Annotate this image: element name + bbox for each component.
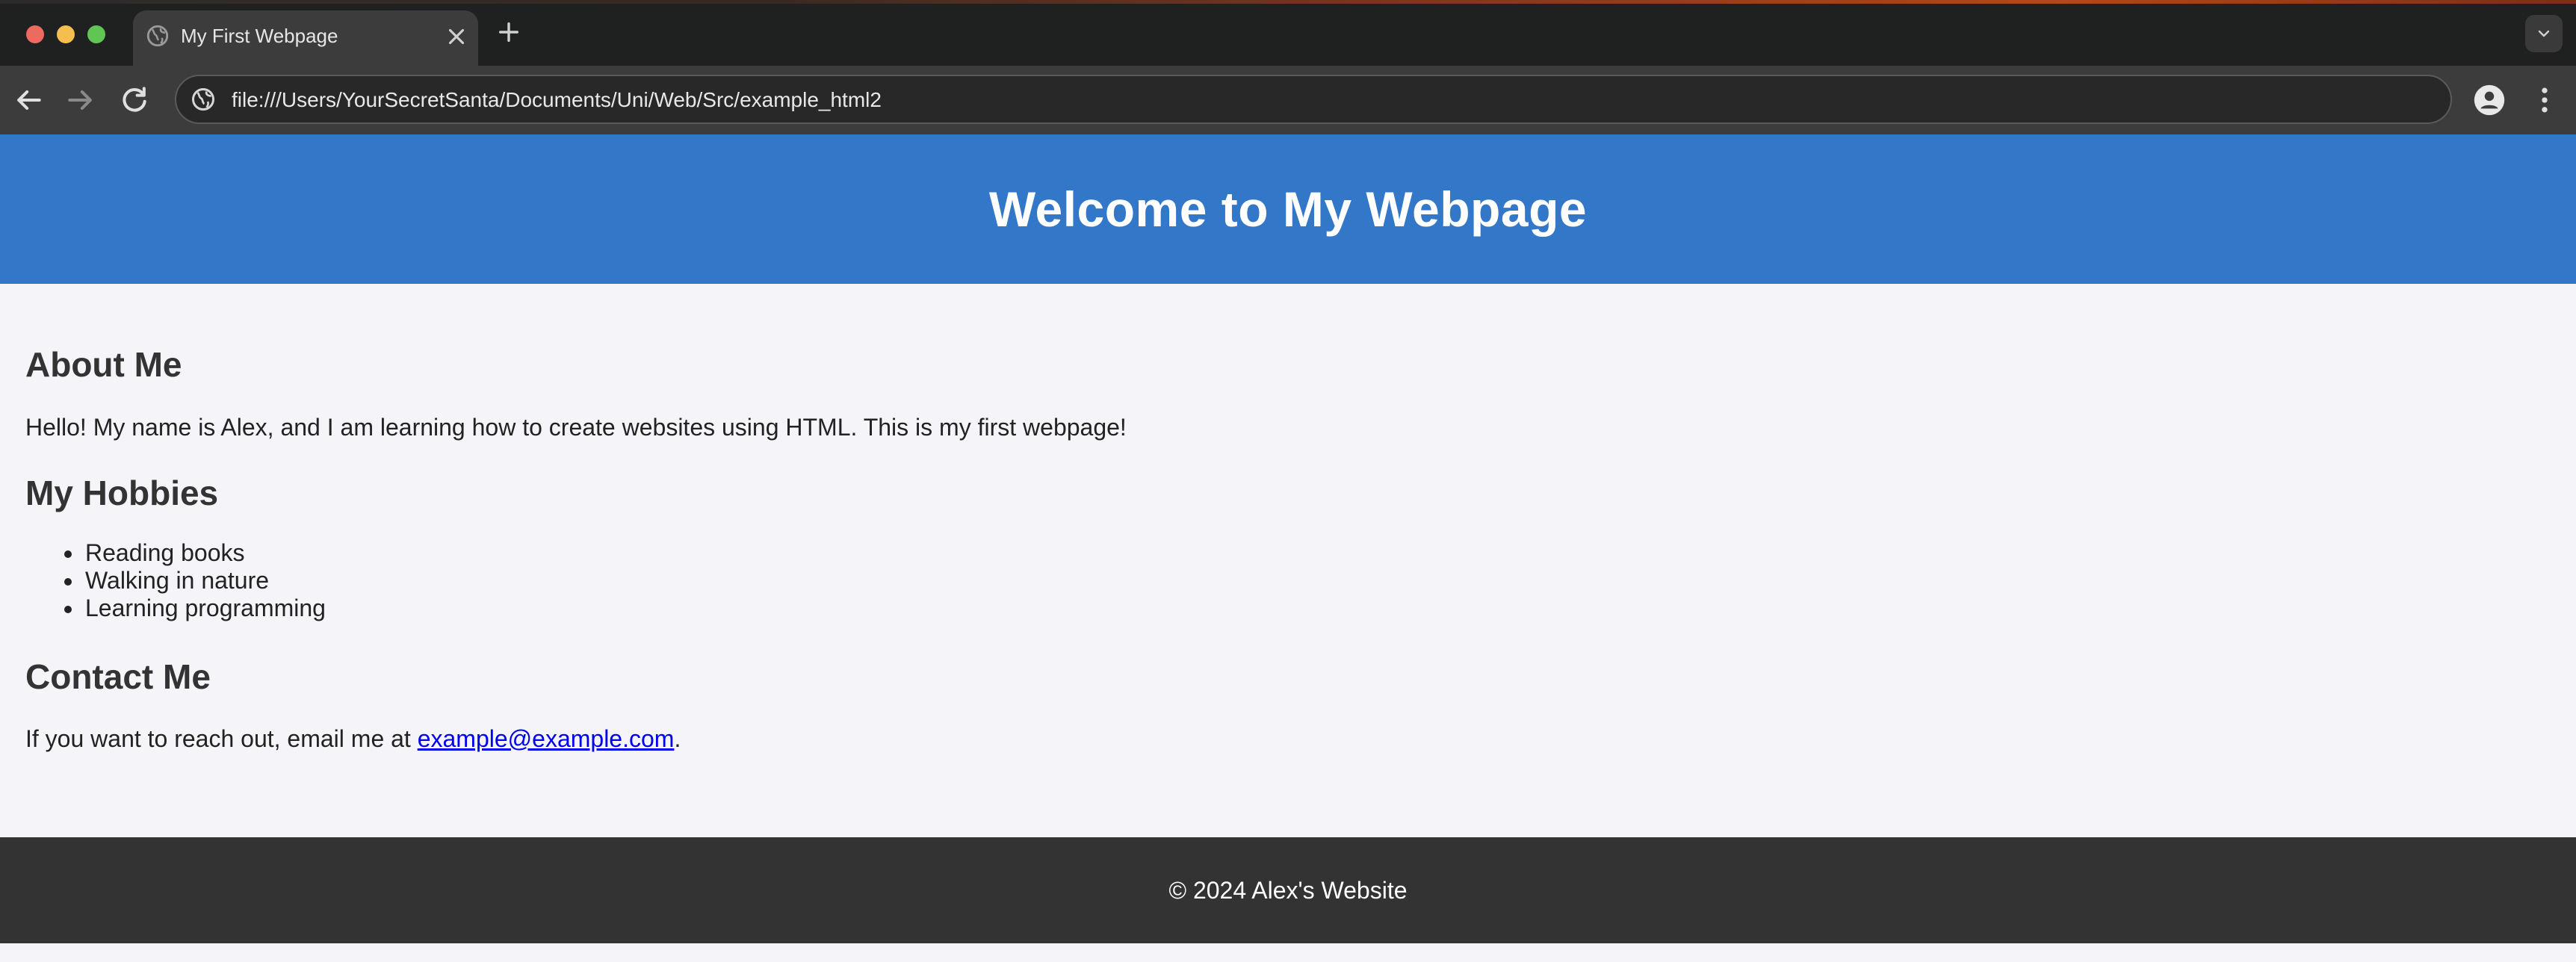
email-link[interactable]: example@example.com [418, 725, 675, 752]
browser-tab-active[interactable]: My First Webpage [133, 10, 478, 66]
hobby-item: Walking in nature [64, 567, 326, 595]
contact-heading: Contact Me [25, 657, 211, 696]
footer-text: © 2024 Alex's Website [1168, 877, 1408, 904]
address-bar-url[interactable]: file:///Users/YourSecretSanta/Documents/… [232, 87, 882, 114]
page-title: Welcome to My Webpage [988, 181, 1588, 237]
plus-icon[interactable] [496, 19, 521, 45]
hobby-item: Learning programming [64, 595, 326, 621]
globe-icon[interactable] [190, 86, 217, 113]
globe-icon [146, 25, 169, 47]
arrow-left-icon[interactable] [12, 84, 45, 117]
page-header: Welcome to My Webpage [0, 134, 2576, 284]
tab-title: My First Webpage [181, 25, 338, 47]
contact-text-after: . [674, 725, 681, 752]
close-icon[interactable] [444, 24, 469, 49]
minimize-window-button[interactable] [57, 25, 75, 43]
contact-text: If you want to reach out, email me at ex… [25, 724, 681, 754]
close-window-button[interactable] [26, 25, 44, 43]
page-footer: © 2024 Alex's Website [0, 837, 2576, 943]
about-heading: About Me [25, 345, 182, 384]
reload-icon[interactable] [118, 84, 151, 117]
browser-toolbar: file:///Users/YourSecretSanta/Documents/… [0, 66, 2576, 134]
arrow-right-icon[interactable] [64, 84, 97, 117]
chevron-down-icon [2538, 30, 2550, 37]
maximize-window-button[interactable] [87, 25, 105, 43]
browser-tab-strip: My First Webpage [0, 0, 2576, 66]
address-bar[interactable]: file:///Users/YourSecretSanta/Documents/… [175, 75, 2452, 124]
contact-text-before: If you want to reach out, email me at [25, 725, 418, 752]
hobby-item: Reading books [64, 539, 326, 567]
window-accent-line [0, 0, 2576, 4]
kebab-menu-icon[interactable] [2528, 84, 2561, 117]
profile-icon[interactable] [2473, 84, 2506, 117]
tab-search-button[interactable] [2525, 15, 2563, 52]
hobbies-list: Reading books Walking in nature Learning… [64, 539, 326, 622]
hobbies-heading: My Hobbies [25, 474, 219, 512]
about-text: Hello! My name is Alex, and I am learnin… [25, 414, 1127, 441]
